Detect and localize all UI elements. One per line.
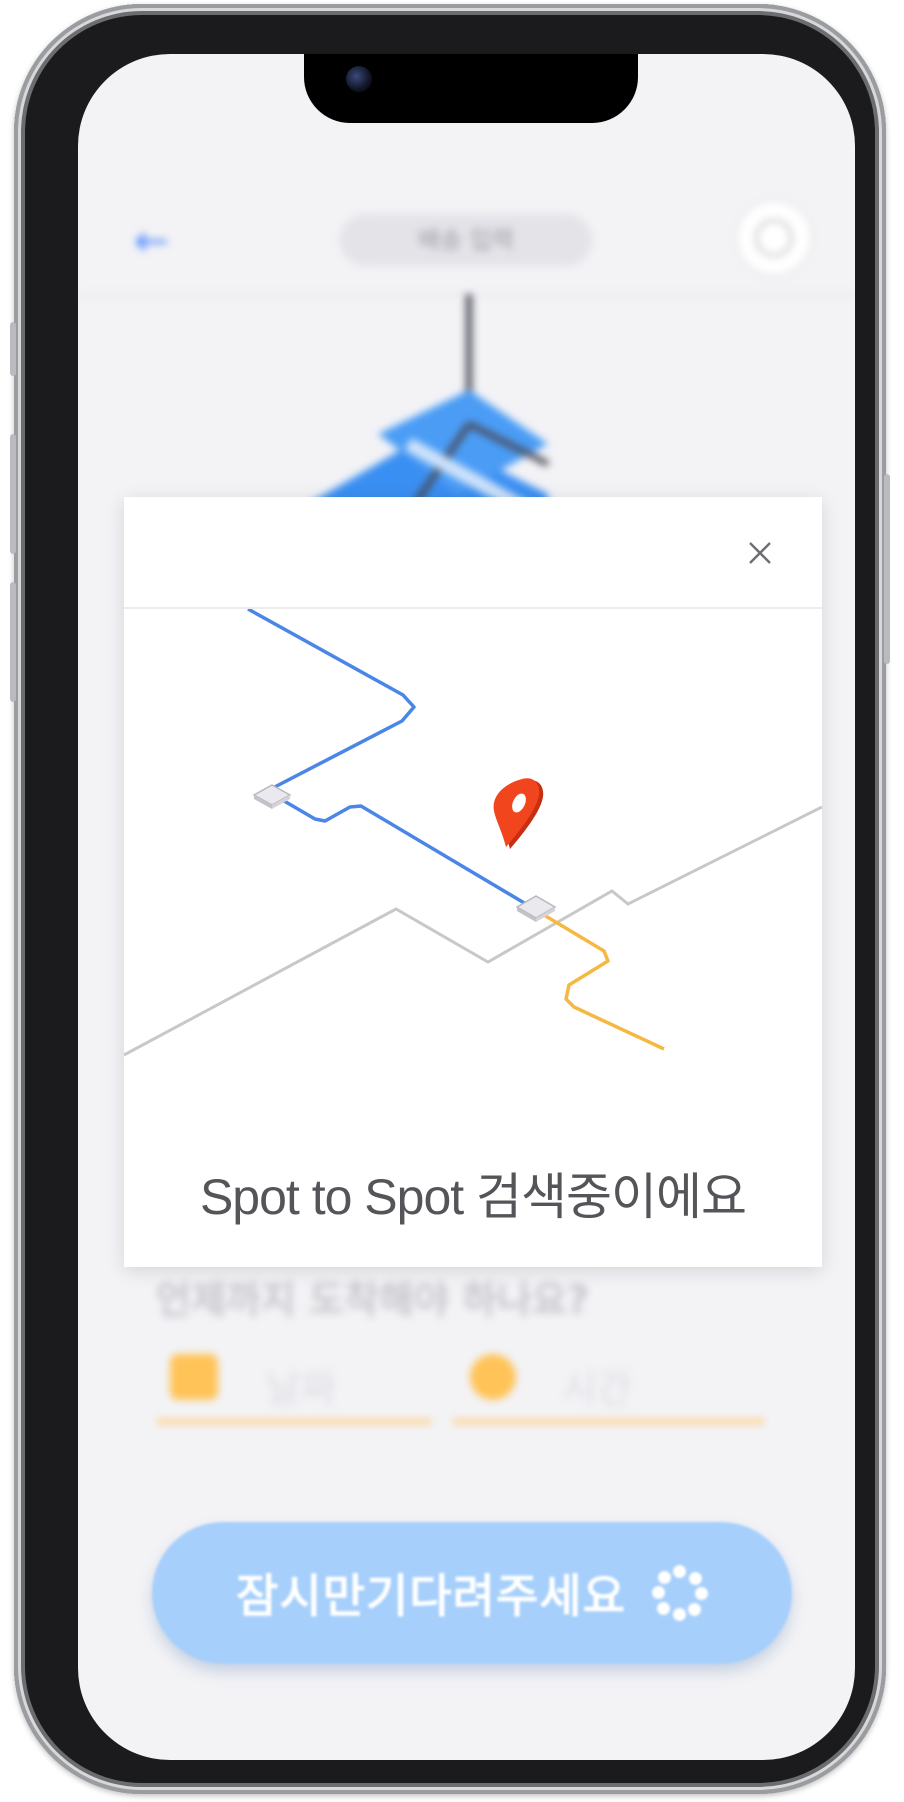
phone-frame: ← 배송 입력 언제까지 도착해야 하나요? 날짜 시간 잠시만기다려주세요 S… [10, 4, 890, 1794]
back-arrow-icon[interactable]: ← [134, 220, 169, 262]
location-pin-icon [493, 778, 544, 849]
top-bar: ← 배송 입력 [78, 154, 855, 296]
date-field[interactable]: 날짜 [156, 1344, 432, 1424]
time-field-underline [452, 1419, 765, 1424]
loading-button-label: 잠시만기다려주세요 [236, 1569, 626, 1623]
road-line [124, 805, 822, 1057]
screen: ← 배송 입력 언제까지 도착해야 하나요? 날짜 시간 잠시만기다려주세요 S… [78, 54, 855, 1760]
side-button-power [884, 474, 890, 664]
date-field-label: 날짜 [266, 1367, 336, 1411]
modal-message: Spot to Spot 검색중이에요 [199, 1169, 747, 1225]
time-field[interactable]: 시간 [452, 1344, 765, 1424]
clock-icon [470, 1354, 516, 1400]
time-field-label: 시간 [562, 1367, 632, 1411]
deadline-question: 언제까지 도착해야 하나요? [156, 1278, 590, 1322]
route-map-illustration [124, 609, 822, 1057]
modal-header [124, 497, 822, 609]
date-field-underline [156, 1419, 432, 1424]
page-title: 배송 입력 [340, 214, 592, 266]
search-modal: Spot to Spot 검색중이에요 [124, 497, 822, 1267]
spinner-icon [651, 1565, 708, 1621]
notch [304, 54, 638, 123]
loading-button[interactable]: 잠시만기다려주세요 [152, 1522, 792, 1664]
yellow-route-line [538, 910, 665, 1051]
camera-icon [346, 66, 372, 92]
calendar-icon [170, 1354, 218, 1400]
close-icon[interactable] [744, 537, 776, 569]
side-button-mute [10, 322, 16, 376]
route-node-left [252, 784, 292, 809]
profile-icon [755, 219, 793, 257]
side-button-volume-up [10, 434, 16, 554]
blue-route-line [247, 609, 532, 909]
profile-button[interactable] [738, 202, 810, 274]
side-button-volume-down [10, 582, 16, 702]
